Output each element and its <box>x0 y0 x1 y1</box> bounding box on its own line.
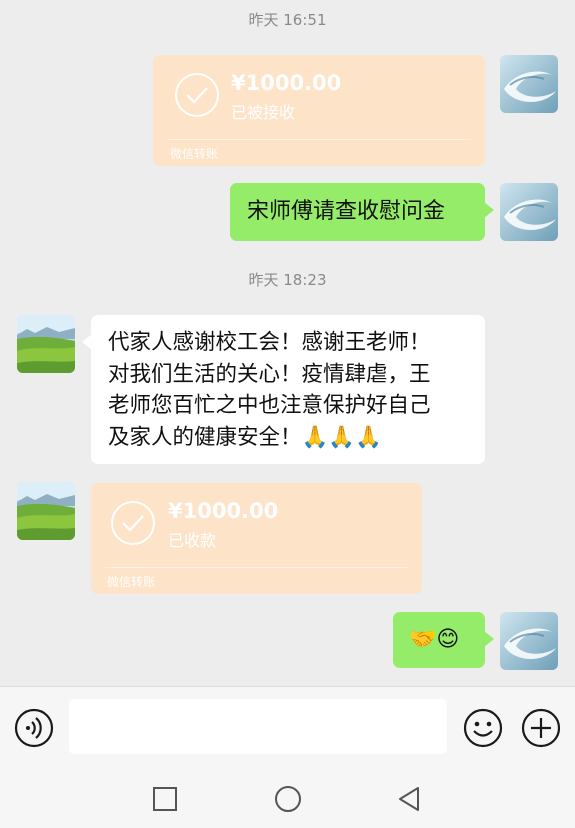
contact-avatar[interactable] <box>17 315 75 373</box>
transfer-amount: ¥1000.00 <box>231 71 342 95</box>
message-text-line: 对我们生活的关心！疫情肆虐，王 <box>108 361 431 387</box>
circle-icon[interactable] <box>274 785 302 813</box>
transfer-amount: ¥1000.00 <box>168 499 279 523</box>
square-icon[interactable] <box>152 786 178 812</box>
chat-input-bar <box>0 686 575 769</box>
my-avatar[interactable] <box>500 612 558 670</box>
message-text-line: 老师您百忙之中也注意保护好自己 <box>108 393 431 418</box>
transfer-divider <box>105 567 408 568</box>
timestamp: 昨天 18:23 <box>248 271 327 289</box>
transfer-status: 已被接收 <box>231 103 296 122</box>
triangle-back-icon[interactable] <box>396 785 422 813</box>
emoji-icon[interactable] <box>463 708 503 748</box>
voice-icon[interactable] <box>14 708 54 748</box>
transfer-divider <box>167 139 471 140</box>
system-navigation-bar <box>0 768 575 828</box>
plus-icon[interactable] <box>521 708 561 748</box>
message-input[interactable] <box>69 699 447 754</box>
transfer-card-received[interactable]: ¥1000.00 已收款 微信转账 <box>91 483 422 594</box>
sent-message-bubble[interactable]: 宋师傅请查收慰问金 <box>230 183 494 241</box>
my-avatar[interactable] <box>500 183 558 241</box>
sent-message-bubble[interactable]: 🤝😊 <box>393 612 494 668</box>
transfer-footer: 微信转账 <box>170 147 219 161</box>
timestamp: 昨天 16:51 <box>248 11 327 29</box>
message-text: 宋师傅请查收慰问金 <box>247 199 446 224</box>
transfer-footer: 微信转账 <box>107 575 156 589</box>
transfer-card-sent[interactable]: ¥1000.00 已被接收 微信转账 <box>153 55 485 166</box>
contact-avatar[interactable] <box>17 482 75 540</box>
received-message-bubble[interactable]: 代家人感谢校工会！感谢王老师！ 对我们生活的关心！疫情肆虐，王 老师您百忙之中也… <box>82 315 485 464</box>
transfer-status: 已收款 <box>168 531 217 550</box>
message-text-line: 及家人的健康安全！🙏🙏🙏 <box>108 424 382 450</box>
check-circle-icon <box>175 73 219 117</box>
check-circle-icon <box>111 501 155 545</box>
message-text-line: 代家人感谢校工会！感谢王老师！ <box>108 330 431 355</box>
my-avatar[interactable] <box>500 55 558 113</box>
message-text: 🤝😊 <box>409 627 460 652</box>
